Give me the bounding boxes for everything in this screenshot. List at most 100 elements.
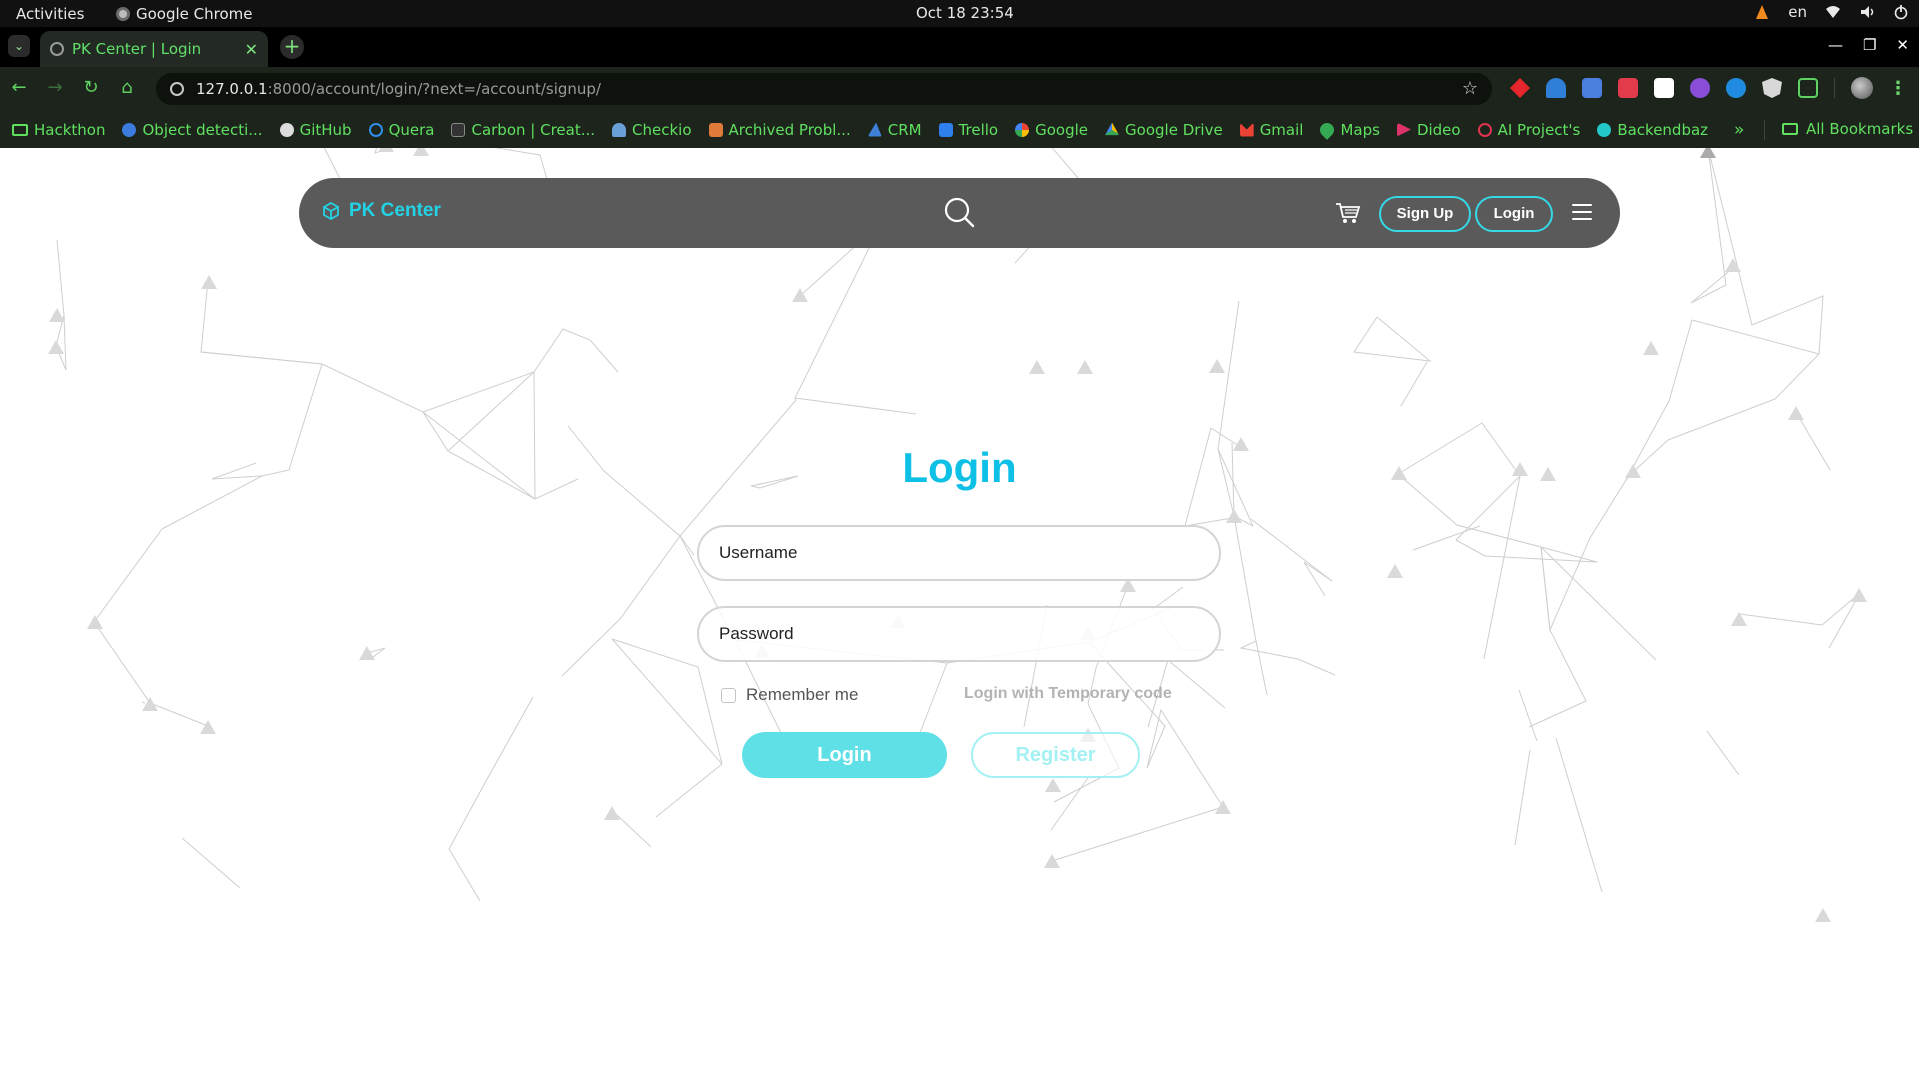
activities-button[interactable]: Activities <box>16 5 84 23</box>
all-bookmarks-label: All Bookmarks <box>1806 120 1914 138</box>
active-app-name: Google Chrome <box>136 5 253 23</box>
clock[interactable]: Oct 18 23:54 <box>916 4 1014 22</box>
profile-avatar[interactable] <box>1851 77 1873 99</box>
maximize-icon[interactable]: ❐ <box>1863 36 1876 54</box>
password-input[interactable] <box>697 606 1221 662</box>
bookmark-hackthon[interactable]: Hackthon <box>12 121 105 139</box>
bookmark-trello[interactable]: Trello <box>938 120 999 139</box>
bookmark-label: Archived Probl... <box>728 120 851 139</box>
address-bar[interactable]: 127.0.0.1:8000/account/login/?next=/acco… <box>156 73 1492 105</box>
new-tab-button[interactable]: + <box>280 35 304 59</box>
bookmarks-overflow-button[interactable]: » <box>1734 120 1744 140</box>
extension-white-icon[interactable] <box>1654 78 1674 98</box>
bookmark-gmail[interactable]: Gmail <box>1239 121 1303 139</box>
crm-icon <box>867 122 882 137</box>
cart-icon[interactable] <box>1335 201 1361 225</box>
vlc-icon <box>1756 5 1769 19</box>
url-host: 127.0.0.1 <box>196 80 268 98</box>
bookmark-dideo[interactable]: Dideo <box>1396 120 1461 139</box>
maps-icon <box>1317 119 1338 140</box>
bookmarks-divider <box>1764 120 1765 140</box>
bookmark-object-detection[interactable]: Object detecti... <box>122 121 263 139</box>
chrome-icon <box>116 7 130 21</box>
calendar-icon[interactable] <box>1618 78 1638 98</box>
ai-icon <box>1477 122 1492 137</box>
pe-icon <box>708 122 723 137</box>
bookmark-label: Hackthon <box>34 120 106 139</box>
bookmark-archived-problems[interactable]: Archived Probl... <box>708 120 851 139</box>
backendbaz-icon <box>1597 122 1612 137</box>
all-bookmarks-button[interactable]: All Bookmarks <box>1782 120 1913 138</box>
bookmark-maps[interactable]: Maps <box>1317 119 1380 140</box>
temporary-code-link[interactable]: Login with Temporary code <box>964 685 1172 703</box>
back-icon[interactable]: ← <box>8 77 30 99</box>
bookmark-ai-projects[interactable]: AI Project's <box>1477 120 1581 139</box>
search-icon[interactable] <box>942 195 976 229</box>
checkio-icon <box>612 122 627 137</box>
signup-button[interactable]: Sign Up <box>1379 196 1471 232</box>
window-controls: — ❐ ✕ <box>1828 36 1909 54</box>
username-input[interactable] <box>697 525 1221 581</box>
login-submit-button[interactable]: Login <box>742 732 947 778</box>
remember-me-label: Remember me <box>746 685 859 704</box>
language-indicator[interactable]: en <box>1788 3 1807 21</box>
tab-active[interactable]: PK Center | Login ✕ <box>40 31 268 67</box>
carbon-icon <box>451 122 466 137</box>
toolbar-divider <box>1834 78 1835 98</box>
bookmark-label: Checkio <box>632 120 692 139</box>
active-app-menu[interactable]: Google Chrome <box>116 5 253 23</box>
extension-red-icon[interactable] <box>1510 78 1530 98</box>
bookmark-github[interactable]: GitHub <box>279 121 352 139</box>
os-top-bar: Activities Google Chrome Oct 18 23:54 en <box>0 0 1919 27</box>
kebab-menu-icon[interactable]: ⋮ <box>1889 78 1907 99</box>
bookmark-label: Trello <box>958 120 999 139</box>
site-navbar: PK Center Sign Up Login <box>299 178 1620 248</box>
nav-login-button[interactable]: Login <box>1475 196 1553 232</box>
power-icon <box>1894 5 1908 20</box>
bookmark-checkio[interactable]: Checkio <box>612 121 692 139</box>
p-icon <box>122 122 137 137</box>
tab-search-button[interactable]: ⌄ <box>8 35 30 57</box>
bookmark-star-icon[interactable]: ☆ <box>1462 78 1478 99</box>
minimize-icon[interactable]: — <box>1828 36 1843 54</box>
extension-purple-icon[interactable] <box>1690 78 1710 98</box>
gmail-icon <box>1239 122 1254 137</box>
extension-cloud-icon[interactable] <box>1546 78 1566 98</box>
site-info-icon[interactable] <box>170 82 184 96</box>
puzzle-icon[interactable] <box>1798 78 1818 98</box>
bookmark-quera[interactable]: Quera <box>368 121 434 139</box>
hamburger-menu-icon[interactable] <box>1572 204 1592 220</box>
remember-me-option[interactable]: Remember me <box>721 685 858 705</box>
drive-icon <box>1105 122 1120 136</box>
tab-strip: ⌄ PK Center | Login ✕ + — ❐ ✕ <box>0 27 1919 67</box>
bookmark-label: AI Project's <box>1497 120 1581 139</box>
extension-blue-icon[interactable] <box>1726 78 1746 98</box>
home-icon[interactable]: ⌂ <box>116 77 138 99</box>
bookmark-label: Carbon | Creat... <box>471 120 596 139</box>
bookmark-google[interactable]: Google <box>1015 121 1088 139</box>
system-tray[interactable]: en <box>1754 3 1909 21</box>
translate-icon[interactable] <box>1582 78 1602 98</box>
forward-icon[interactable]: → <box>44 77 66 99</box>
page-content: PK Center Sign Up Login Login Remember m… <box>0 148 1919 1080</box>
folder-icon <box>1782 123 1798 135</box>
bookmark-google-drive[interactable]: Google Drive <box>1105 121 1223 139</box>
bookmark-label: Google Drive <box>1125 120 1223 139</box>
browser-toolbar: ← → ↻ ⌂ 127.0.0.1:8000/account/login/?ne… <box>0 67 1919 111</box>
page-title: Login <box>902 444 1017 491</box>
remember-me-checkbox[interactable] <box>721 687 736 703</box>
cube-icon <box>323 201 339 221</box>
shield-icon[interactable] <box>1762 78 1782 98</box>
close-icon[interactable]: ✕ <box>245 40 258 59</box>
bookmark-label: Google <box>1035 120 1089 139</box>
close-window-icon[interactable]: ✕ <box>1896 36 1909 54</box>
bookmark-backendbaz[interactable]: Backendbaz <box>1597 121 1708 139</box>
brand-logo[interactable]: PK Center <box>321 200 441 222</box>
bookmark-crm[interactable]: CRM <box>867 121 922 139</box>
bookmark-carbon[interactable]: Carbon | Creat... <box>451 121 595 139</box>
register-button[interactable]: Register <box>971 732 1140 778</box>
trello-icon <box>938 122 953 137</box>
bookmark-label: Dideo <box>1416 120 1461 139</box>
tab-title: PK Center | Login <box>72 40 202 58</box>
reload-icon[interactable]: ↻ <box>80 77 102 99</box>
